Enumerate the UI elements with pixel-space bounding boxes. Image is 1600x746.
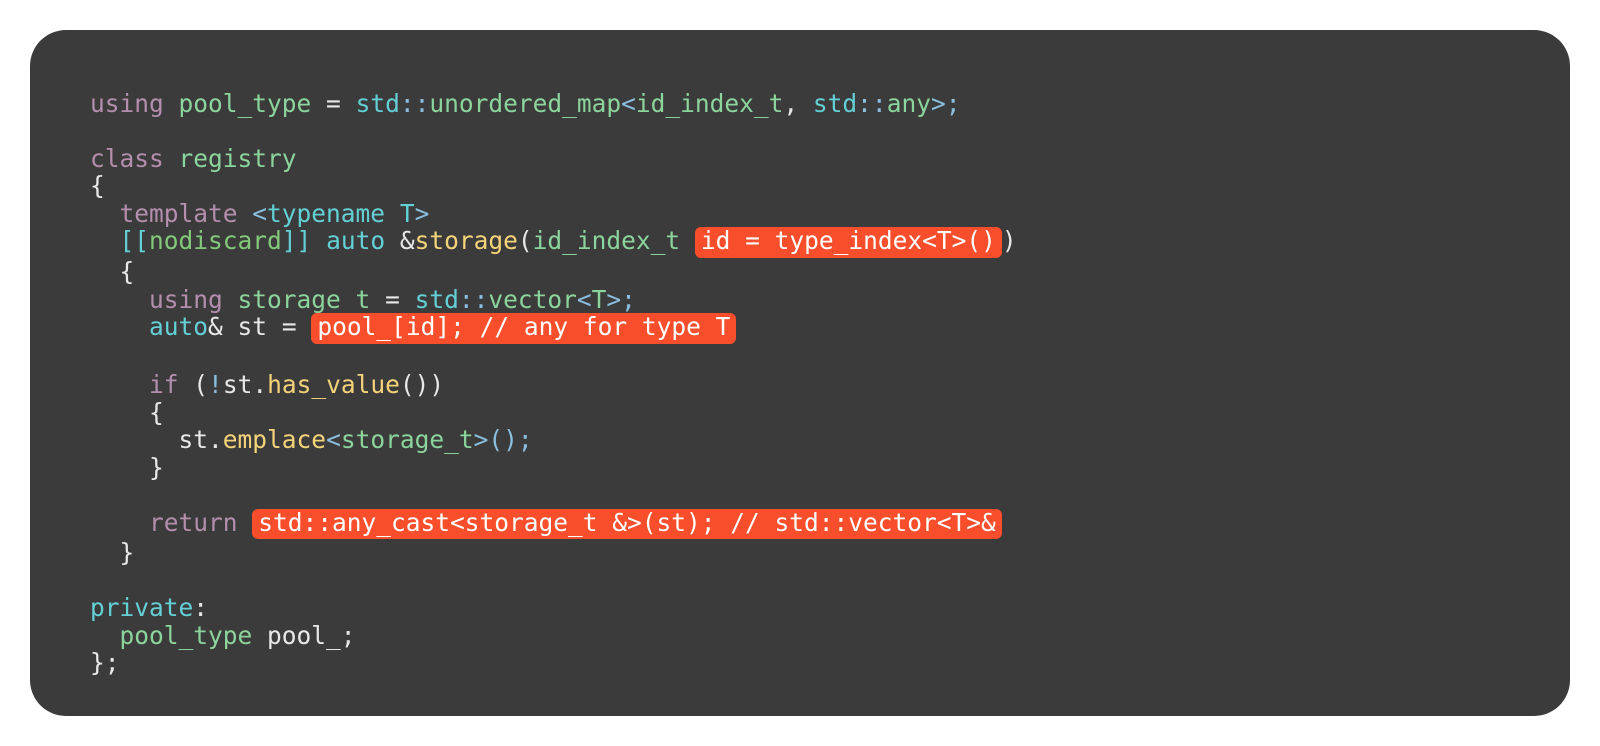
id-pool_: pool_ bbox=[252, 621, 341, 650]
kw-return: return bbox=[149, 508, 238, 537]
brace-open: { bbox=[90, 171, 105, 200]
type-T: T bbox=[592, 285, 607, 314]
code-block: using pool_type = std::unordered_map<id_… bbox=[30, 30, 1570, 716]
highlight-default-arg: id = type_index<T>() bbox=[695, 227, 1002, 258]
kw-using: using bbox=[90, 89, 164, 118]
kw-class: class bbox=[90, 144, 164, 173]
brace-close: } bbox=[149, 453, 164, 482]
attr-nodiscard: nodiscard bbox=[149, 226, 282, 255]
id-any: any bbox=[887, 89, 931, 118]
id-pool_type: pool_type bbox=[120, 621, 253, 650]
kw-template: template bbox=[120, 199, 238, 228]
kw-typename: typename bbox=[267, 199, 385, 228]
kw-private: private bbox=[90, 593, 193, 622]
id-st: st bbox=[223, 370, 253, 399]
code-content: using pool_type = std::unordered_map<id_… bbox=[90, 90, 1510, 677]
id-storage_t: storage_t bbox=[341, 425, 474, 454]
id-registry: registry bbox=[179, 144, 297, 173]
ns-std: std bbox=[356, 89, 400, 118]
highlight-any-cast: std::any_cast<storage_t &>(st); // std::… bbox=[252, 509, 1002, 540]
ns-std: std bbox=[415, 285, 459, 314]
kw-auto: auto bbox=[149, 312, 208, 341]
id-pool_type: pool_type bbox=[179, 89, 312, 118]
id-id_index_t: id_index_t bbox=[533, 226, 681, 255]
id-vector: vector bbox=[488, 285, 577, 314]
kw-auto: auto bbox=[311, 226, 385, 255]
ns-std: std bbox=[813, 89, 857, 118]
id-unordered_map: unordered_map bbox=[429, 89, 621, 118]
id-storage_t: storage_t bbox=[238, 285, 371, 314]
id-st: st bbox=[223, 312, 267, 341]
brace-close: }; bbox=[90, 648, 120, 677]
kw-using: using bbox=[149, 285, 223, 314]
brace-open: { bbox=[120, 257, 135, 286]
brace-close: } bbox=[120, 538, 135, 567]
fn-storage: storage bbox=[415, 226, 518, 255]
attr-close: ]] bbox=[282, 226, 312, 255]
kw-if: if bbox=[149, 370, 179, 399]
id-id_index_t: id_index_t bbox=[636, 89, 784, 118]
attr-open: [[ bbox=[120, 226, 150, 255]
fn-has_value: has_value bbox=[267, 370, 400, 399]
fn-emplace: emplace bbox=[223, 425, 326, 454]
brace-open: { bbox=[149, 398, 164, 427]
id-st: st bbox=[179, 425, 209, 454]
highlight-pool-lookup: pool_[id]; // any for type T bbox=[311, 313, 736, 344]
type-T: T bbox=[385, 199, 415, 228]
